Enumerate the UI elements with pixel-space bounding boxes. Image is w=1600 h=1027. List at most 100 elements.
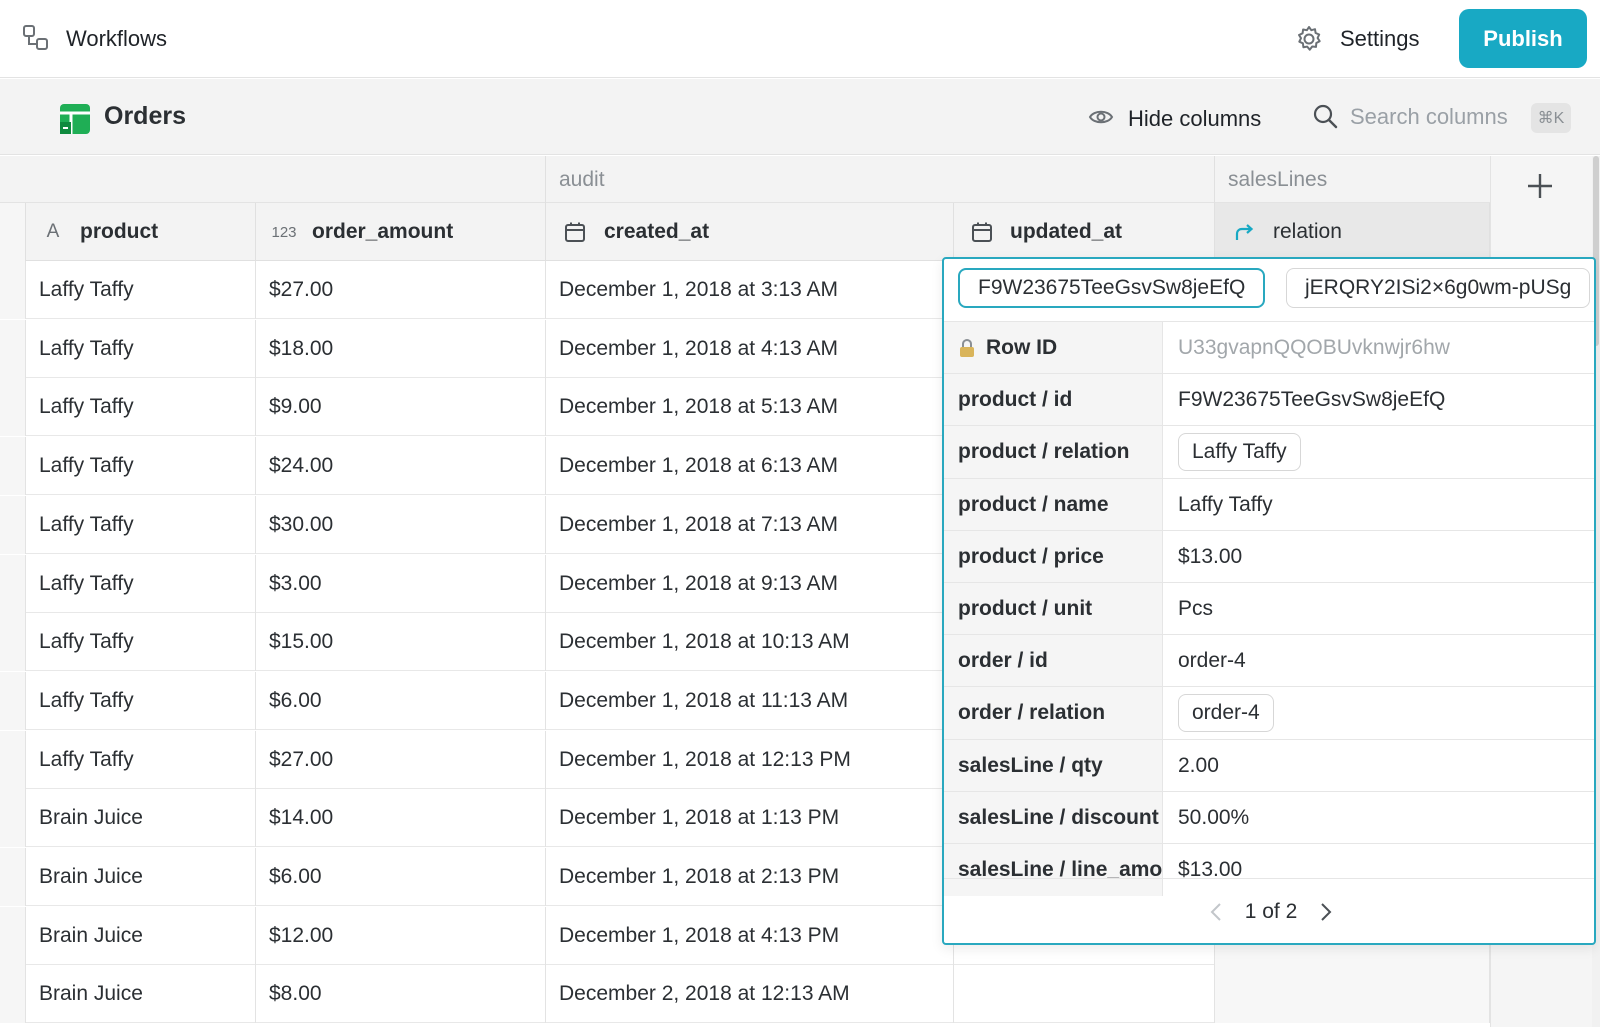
- cell-product[interactable]: Laffy Taffy: [26, 613, 256, 671]
- cell-product[interactable]: Laffy Taffy: [26, 320, 256, 378]
- column-header-label: updated_at: [1010, 220, 1123, 243]
- row-handle[interactable]: [0, 613, 26, 671]
- cell-order-amount[interactable]: $6.00: [256, 672, 546, 730]
- cell-created-at[interactable]: December 1, 2018 at 6:13 AM: [546, 437, 954, 495]
- cell-order-amount[interactable]: $12.00: [256, 907, 546, 965]
- field-key: product / price: [944, 531, 1163, 583]
- cell-order-amount[interactable]: $24.00: [256, 437, 546, 495]
- cell-order-amount[interactable]: $6.00: [256, 848, 546, 906]
- hide-columns-button[interactable]: Hide columns: [1128, 106, 1261, 132]
- cell-product[interactable]: Brain Juice: [26, 907, 256, 965]
- field-value[interactable]: Laffy Taffy: [1164, 479, 1594, 531]
- field-value[interactable]: 2.00: [1164, 740, 1594, 792]
- cell-created-at[interactable]: December 1, 2018 at 4:13 PM: [546, 907, 954, 965]
- row-handle[interactable]: [0, 907, 26, 965]
- field-key: salesLine / qty: [944, 740, 1163, 792]
- workflows-icon[interactable]: [22, 24, 50, 52]
- eye-icon[interactable]: [1088, 104, 1114, 130]
- cell-created-at[interactable]: December 1, 2018 at 4:13 AM: [546, 320, 954, 378]
- cell-order-amount[interactable]: $30.00: [256, 496, 546, 554]
- relation-arrow-icon: [1235, 224, 1254, 240]
- next-page-button[interactable]: [1315, 901, 1337, 923]
- column-header-order-amount[interactable]: 123 order_amount: [256, 203, 546, 261]
- record-field-row: product / id F9W23675TeeGsvSw8jeEfQ: [944, 373, 1594, 426]
- relation-pill[interactable]: Laffy Taffy: [1178, 433, 1301, 471]
- table-row[interactable]: Brain Juice $8.00 December 2, 2018 at 12:1…: [0, 965, 1490, 1023]
- cell-created-at[interactable]: December 1, 2018 at 12:13 PM: [546, 731, 954, 789]
- column-header-created-at[interactable]: created_at: [546, 203, 954, 261]
- cell-created-at[interactable]: December 1, 2018 at 3:13 AM: [546, 261, 954, 319]
- cell-product[interactable]: Laffy Taffy: [26, 378, 256, 436]
- cell-order-amount[interactable]: $3.00: [256, 555, 546, 613]
- cell-product[interactable]: Laffy Taffy: [26, 731, 256, 789]
- row-handle[interactable]: [0, 965, 26, 1023]
- row-handle[interactable]: [0, 437, 26, 495]
- cell-product[interactable]: Laffy Taffy: [26, 437, 256, 495]
- cell-created-at[interactable]: December 1, 2018 at 1:13 PM: [546, 789, 954, 847]
- record-field-row: product / unit Pcs: [944, 582, 1594, 635]
- sheet-icon: [60, 104, 90, 134]
- field-value[interactable]: Pcs: [1164, 583, 1594, 635]
- cell-created-at[interactable]: December 1, 2018 at 11:13 AM: [546, 672, 954, 730]
- row-handle[interactable]: [0, 320, 26, 378]
- column-header-updated-at[interactable]: updated_at: [954, 203, 1215, 261]
- cell-order-amount[interactable]: $9.00: [256, 378, 546, 436]
- cell-created-at[interactable]: December 1, 2018 at 7:13 AM: [546, 496, 954, 554]
- add-column-button[interactable]: [1520, 166, 1560, 206]
- field-key: order / id: [944, 635, 1163, 687]
- row-handle[interactable]: [0, 848, 26, 906]
- text-type-icon: A: [46, 221, 60, 242]
- field-value[interactable]: F9W23675TeeGsvSw8jeEfQ: [1164, 374, 1594, 426]
- row-handle[interactable]: [0, 378, 26, 436]
- relation-pill[interactable]: order-4: [1178, 694, 1274, 732]
- column-header-product[interactable]: A product: [26, 203, 256, 261]
- publish-button[interactable]: Publish: [1459, 9, 1587, 68]
- cell-product[interactable]: Laffy Taffy: [26, 496, 256, 554]
- field-value[interactable]: 50.00%: [1164, 792, 1594, 844]
- cell-created-at[interactable]: December 1, 2018 at 2:13 PM: [546, 848, 954, 906]
- cell-order-amount[interactable]: $8.00: [256, 965, 546, 1023]
- record-field-row: product / relation Laffy Taffy: [944, 425, 1594, 478]
- cell-created-at[interactable]: December 1, 2018 at 9:13 AM: [546, 555, 954, 613]
- search-columns-input[interactable]: [1350, 100, 1530, 134]
- cell-relation[interactable]: [1215, 965, 1490, 1023]
- row-handle[interactable]: [0, 496, 26, 554]
- row-handle[interactable]: [0, 261, 26, 319]
- field-key: salesLine / discount: [944, 792, 1163, 844]
- cell-order-amount[interactable]: $27.00: [256, 731, 546, 789]
- record-chip[interactable]: jERQRY2ISi2×6g0wm-pUSg: [1286, 268, 1591, 308]
- record-field-row: order / id order-4: [944, 634, 1594, 687]
- cell-product[interactable]: Laffy Taffy: [26, 261, 256, 319]
- cell-created-at[interactable]: December 1, 2018 at 10:13 AM: [546, 613, 954, 671]
- settings-link[interactable]: Settings: [1340, 26, 1420, 52]
- row-handle[interactable]: [0, 789, 26, 847]
- cell-order-amount[interactable]: $15.00: [256, 613, 546, 671]
- column-header-relation[interactable]: relation: [1215, 203, 1490, 261]
- cell-order-amount[interactable]: $18.00: [256, 320, 546, 378]
- gear-icon[interactable]: [1294, 24, 1324, 54]
- cell-product[interactable]: Laffy Taffy: [26, 672, 256, 730]
- row-detail-popover: F9W23675TeeGsvSw8jeEfQ jERQRY2ISi2×6g0wm-…: [942, 257, 1596, 945]
- row-handle[interactable]: [0, 555, 26, 613]
- field-value[interactable]: $13.00: [1164, 531, 1594, 583]
- cell-order-amount[interactable]: $14.00: [256, 789, 546, 847]
- field-value[interactable]: U33gvapnQQOBUvknwjr6hw: [1164, 322, 1594, 374]
- field-key: product / unit: [944, 583, 1163, 635]
- cell-product[interactable]: Brain Juice: [26, 965, 256, 1023]
- cell-product[interactable]: Laffy Taffy: [26, 555, 256, 613]
- cell-order-amount[interactable]: $27.00: [256, 261, 546, 319]
- search-icon: [1313, 104, 1338, 129]
- cell-created-at[interactable]: December 2, 2018 at 12:13 AM: [546, 965, 954, 1023]
- cell-created-at[interactable]: December 1, 2018 at 5:13 AM: [546, 378, 954, 436]
- previous-page-button[interactable]: [1205, 901, 1227, 923]
- field-value[interactable]: order-4: [1164, 635, 1594, 687]
- cell-product[interactable]: Brain Juice: [26, 848, 256, 906]
- cell-updated-at[interactable]: [954, 965, 1215, 1023]
- cell-product[interactable]: Brain Juice: [26, 789, 256, 847]
- workflows-link[interactable]: Workflows: [66, 26, 167, 52]
- chevron-left-icon: [1210, 903, 1221, 921]
- row-handle[interactable]: [0, 672, 26, 730]
- row-handle[interactable]: [0, 731, 26, 789]
- record-chip[interactable]: F9W23675TeeGsvSw8jeEfQ: [958, 268, 1266, 308]
- column-header-label: order_amount: [312, 220, 454, 243]
